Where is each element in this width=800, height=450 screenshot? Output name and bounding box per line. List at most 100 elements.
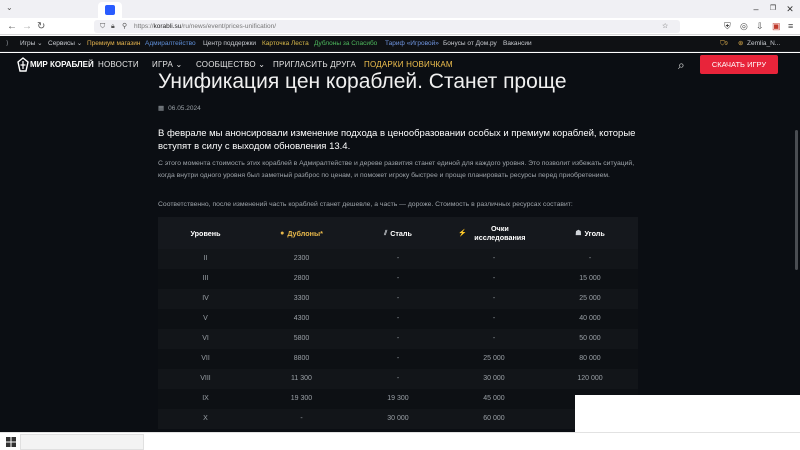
taskbar bbox=[0, 432, 800, 450]
header-research: ⚡ Очки исследования bbox=[458, 224, 526, 242]
coal-icon: ☗ bbox=[575, 229, 582, 237]
table-cell: II bbox=[203, 255, 208, 262]
header-doubloons: ● Дублоны* bbox=[280, 228, 323, 238]
url-text: https://korabli.su/ru/news/event/prices-… bbox=[134, 23, 276, 30]
close-window-icon[interactable]: ✕ bbox=[780, 2, 800, 16]
forward-icon[interactable]: → bbox=[22, 20, 32, 33]
table-cell: 8800 bbox=[293, 355, 310, 362]
table-cell: - bbox=[492, 315, 496, 322]
browser-tab-bar: ⌄ – ❐ ✕ bbox=[0, 0, 800, 18]
topbar-link[interactable]: Игры ⌄ bbox=[20, 36, 43, 52]
topbar-link[interactable]: Центр поддержки bbox=[203, 36, 256, 52]
table-cell: IV bbox=[202, 295, 209, 302]
menu-icon[interactable]: ≡ bbox=[788, 20, 793, 33]
topbar-link[interactable]: Премиум магазин bbox=[87, 36, 141, 52]
permissions-icon[interactable]: ⚲ bbox=[122, 20, 127, 33]
calendar-icon: ▦ bbox=[158, 105, 165, 112]
shield-icon[interactable]: ⛉ bbox=[100, 20, 105, 33]
table-cell: - bbox=[588, 255, 592, 262]
table-cell: - bbox=[396, 295, 400, 302]
bookmark-star-icon[interactable]: ☆ bbox=[662, 20, 668, 33]
table-row: V 4300 - - 40 000 bbox=[158, 309, 638, 329]
table-cell: 25 000 bbox=[579, 295, 601, 302]
table-cell: 30 000 bbox=[387, 415, 409, 422]
download-icon[interactable]: ⇩ bbox=[756, 20, 764, 33]
header-steel: ⫽ Сталь bbox=[384, 228, 412, 238]
table-row: II 2300 - - - bbox=[158, 249, 638, 269]
pocket-icon[interactable]: ⛨ bbox=[724, 20, 731, 33]
header-level: Уровень bbox=[190, 228, 221, 238]
header-coal: ☗ Уголь bbox=[575, 228, 605, 238]
table-cell: 19 300 bbox=[290, 395, 313, 402]
scrollbar-thumb[interactable] bbox=[795, 130, 798, 270]
table-cell: - bbox=[492, 275, 496, 282]
table-cell: - bbox=[396, 315, 400, 322]
table-cell: IX bbox=[202, 395, 209, 402]
table-cell: 50 000 bbox=[579, 335, 601, 342]
notifications-badge[interactable]: ⛉9 bbox=[720, 36, 728, 52]
chevron-down-icon: ⌄ bbox=[173, 60, 183, 69]
site-favicon-icon bbox=[105, 5, 115, 15]
topbar-link[interactable]: Адмиралтейство bbox=[145, 36, 196, 52]
table-cell: - bbox=[396, 355, 400, 362]
nav-item[interactable]: НОВОСТИ bbox=[98, 53, 139, 77]
chevron-down-icon: ⌄ bbox=[74, 40, 83, 47]
article-lead: В феврале мы анонсировали изменение подх… bbox=[158, 128, 636, 152]
chevron-down-icon: ⌄ bbox=[255, 60, 266, 69]
address-bar[interactable]: ⛉ 🔒︎ ⚲ https://korabli.su/ru/news/event/… bbox=[94, 20, 680, 33]
article-date: ▦ 06.05.2024 bbox=[158, 105, 201, 112]
topbar-link[interactable]: Дублоны за Спасибо bbox=[314, 36, 377, 52]
table-row: VII 8800 - 25 000 80 000 bbox=[158, 349, 638, 369]
game-logo-icon[interactable] bbox=[16, 57, 30, 73]
lock-icon[interactable]: 🔒︎ bbox=[111, 20, 115, 33]
table-cell: 11 300 bbox=[291, 375, 312, 382]
account-icon[interactable]: ◎ bbox=[740, 20, 748, 33]
table-row: VI 5800 - - 50 000 bbox=[158, 329, 638, 349]
table-cell: VI bbox=[202, 335, 209, 342]
table-cell: - bbox=[396, 255, 400, 262]
tab-list-icon[interactable]: ⌄ bbox=[6, 3, 13, 12]
topbar-link[interactable]: Сервисы ⌄ bbox=[48, 36, 82, 52]
user-icon[interactable]: ⊛ bbox=[738, 36, 743, 52]
article-paragraph: Соответственно, после изменений часть ко… bbox=[158, 201, 573, 208]
download-game-button[interactable]: СКАЧАТЬ ИГРУ bbox=[700, 55, 778, 74]
table-cell: 3300 bbox=[293, 295, 310, 302]
table-cell: III bbox=[202, 275, 209, 282]
windows-start-icon[interactable] bbox=[6, 437, 16, 447]
topbar-link[interactable]: Карточка Леста bbox=[262, 36, 309, 52]
table-cell: 80 000 bbox=[579, 355, 601, 362]
table-cell: - bbox=[396, 335, 400, 342]
table-cell: - bbox=[492, 255, 496, 262]
topbar-link[interactable]: Вакансии bbox=[503, 36, 532, 52]
table-cell: VII bbox=[201, 355, 210, 362]
table-cell: - bbox=[396, 375, 400, 382]
table-cell: 60 000 bbox=[483, 415, 505, 422]
table-row: X - 30 000 60 000 bbox=[158, 409, 638, 429]
table-cell: 45 000 bbox=[483, 395, 505, 402]
table-cell: 120 000 bbox=[577, 375, 603, 382]
extensions-icon[interactable]: ▣ bbox=[772, 20, 781, 33]
game-logo-text[interactable]: МИР КОРАБЛЕЙ bbox=[30, 53, 94, 77]
table-cell: - bbox=[492, 335, 496, 342]
table-cell: 30 000 bbox=[483, 375, 505, 382]
table-cell: V bbox=[203, 315, 208, 322]
table-row: IX 19 300 19 300 45 000 bbox=[158, 389, 638, 409]
topbar-link[interactable]: Тариф «Игровой» bbox=[385, 36, 439, 52]
reload-icon[interactable]: ↻ bbox=[37, 20, 45, 33]
taskbar-search[interactable] bbox=[20, 434, 144, 450]
table-cell: - bbox=[396, 275, 400, 282]
browser-toolbar: ← → ↻ ⛉ 🔒︎ ⚲ https://korabli.su/ru/news/… bbox=[0, 18, 800, 35]
search-icon[interactable]: ⌕ bbox=[678, 53, 685, 77]
browser-tab[interactable] bbox=[98, 2, 122, 18]
table-cell: 40 000 bbox=[579, 315, 601, 322]
steel-icon: ⫽ bbox=[384, 229, 388, 237]
lesta-logo-icon[interactable]: ⟩ bbox=[6, 36, 9, 52]
table-cell: X bbox=[203, 415, 208, 422]
user-name[interactable]: Zemlia_N... bbox=[747, 36, 780, 52]
table-cell: 2800 bbox=[293, 275, 310, 282]
table-cell: 25 000 bbox=[483, 355, 505, 362]
table-cell: - bbox=[300, 415, 303, 422]
back-icon[interactable]: ← bbox=[7, 20, 17, 33]
topbar-link[interactable]: Бонусы от Дом.ру bbox=[443, 36, 497, 52]
site-topbar: ⟩ Игры ⌄ Сервисы ⌄ Премиум магазин Адмиралт… bbox=[0, 36, 800, 52]
